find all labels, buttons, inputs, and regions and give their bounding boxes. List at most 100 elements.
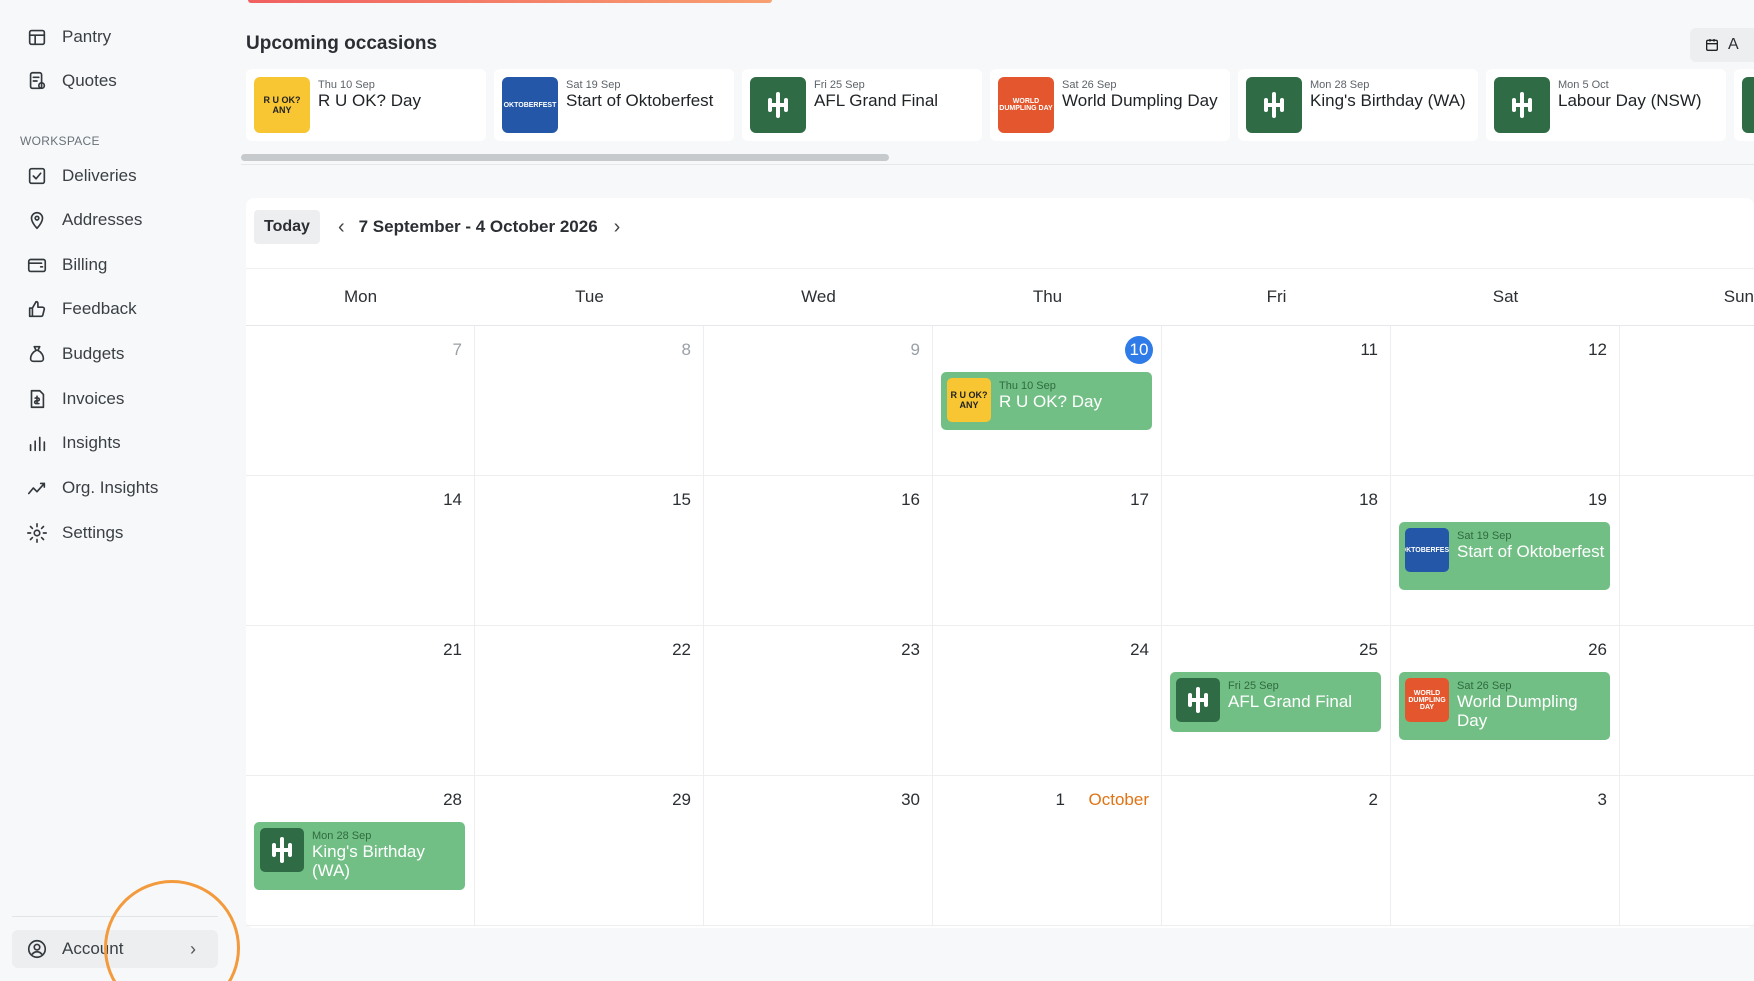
day-number: 22	[672, 640, 691, 659]
day-cell[interactable]: 18	[1162, 476, 1391, 626]
sidebar-item-label: Addresses	[62, 210, 143, 229]
occasion-card[interactable]: Mon 5 Oct Labour Day (NSW)	[1486, 69, 1726, 141]
thumbnail-text: WORLD DUMPLING DAY	[1408, 689, 1446, 711]
sidebar-item-quotes[interactable]: Quotes	[12, 62, 218, 100]
sidebar-item-addresses[interactable]: Addresses	[12, 201, 218, 239]
occasion-card[interactable]: OKTOBERFEST Sat 19 Sep Start of Oktoberfe…	[494, 69, 734, 141]
calendar-event[interactable]: OKTOBERFEST Sat 19 SepStart of Oktoberfe…	[1399, 522, 1610, 590]
occasion-card[interactable]: Fri 25 Sep AFL Grand Final	[742, 69, 982, 141]
day-cell[interactable]: 26 WORLD DUMPLING DAY Sat 26 Sep World Du…	[1391, 626, 1620, 776]
day-number: 28	[443, 790, 462, 809]
scroll-track	[241, 164, 1754, 165]
day-cell[interactable]: 7	[246, 326, 475, 476]
thumbs-up-icon	[24, 296, 50, 322]
occasions-strip[interactable]: R U OK? ANY Thu 10 Sep R U OK? Day OKTOBE…	[246, 69, 1754, 143]
month-label: October	[1088, 790, 1149, 809]
occasion-card-partial[interactable]	[1734, 69, 1754, 141]
top-banner-edge	[248, 0, 772, 3]
occasion-name: R U OK? Day	[318, 91, 421, 110]
calendar-event[interactable]: Mon 28 Sep King's Birthday (WA)	[254, 822, 465, 890]
day-cell[interactable]: 12	[1391, 326, 1620, 476]
day-number: 25	[1359, 640, 1378, 659]
sidebar-item-insights[interactable]: Insights	[12, 424, 218, 462]
weekday-header: Mon	[343, 287, 378, 306]
calendar-event[interactable]: WORLD DUMPLING DAY Sat 26 Sep World Dumpl…	[1399, 672, 1610, 740]
sidebar-item-budgets[interactable]: Budgets	[12, 335, 218, 373]
day-number: 1	[1055, 790, 1065, 809]
day-cell[interactable]: 11	[1162, 326, 1391, 476]
day-number: 15	[672, 490, 691, 509]
day-number: 29	[672, 790, 691, 809]
sidebar-item-billing[interactable]: Billing	[12, 246, 218, 284]
sidebar-item-label: Org. Insights	[62, 478, 159, 497]
day-cell[interactable]: 28 Mon 28 Sep King's Birthday (WA)	[246, 776, 475, 926]
day-cell[interactable]: 21	[246, 626, 475, 776]
day-number: 16	[901, 490, 920, 509]
day-cell[interactable]: 16	[704, 476, 933, 626]
day-number: 2	[1368, 790, 1378, 809]
sidebar-item-settings[interactable]: Settings	[12, 514, 218, 552]
day-cell[interactable]	[1620, 476, 1754, 626]
sidebar: Pantry Quotes WORKSPACE Deliveries Addre…	[0, 0, 230, 981]
brand-logo-icon	[750, 77, 806, 133]
occasion-date: Sat 19 Sep	[566, 79, 621, 91]
occasion-date: Mon 28 Sep	[1310, 79, 1370, 91]
calendar-view-label: A	[1728, 36, 1739, 53]
sidebar-item-label: Quotes	[62, 71, 117, 90]
calendar-grid: 7 8 9 10 R U OK? ANY Thu 10 Sep R U OK? D…	[246, 326, 1754, 926]
occasion-card[interactable]: WORLD DUMPLING DAY Sat 26 Sep World Dumpl…	[990, 69, 1230, 141]
day-cell[interactable]	[1620, 326, 1754, 476]
day-cell[interactable]: 29	[475, 776, 704, 926]
sidebar-item-deliveries[interactable]: Deliveries	[12, 157, 218, 195]
day-number: 30	[901, 790, 920, 809]
calendar-view-button[interactable]: A	[1690, 28, 1754, 62]
day-cell[interactable]: 1 October	[933, 776, 1162, 926]
occasion-name: King's Birthday (WA)	[1310, 91, 1466, 110]
sidebar-item-feedback[interactable]: Feedback	[12, 290, 218, 328]
day-cell[interactable]: 25 Fri 25 Sep AFL Grand Final	[1162, 626, 1391, 776]
sidebar-item-pantry[interactable]: Pantry	[12, 18, 218, 56]
day-number: 23	[901, 640, 920, 659]
day-number: 3	[1597, 790, 1607, 809]
occasion-card[interactable]: Mon 28 Sep King's Birthday (WA)	[1238, 69, 1478, 141]
day-cell[interactable]: 22	[475, 626, 704, 776]
calendar-event[interactable]: Fri 25 Sep AFL Grand Final	[1170, 672, 1381, 732]
day-cell[interactable]	[1620, 626, 1754, 776]
day-number: 7	[452, 340, 462, 359]
calendar-toolbar: Today ‹ 7 September - 4 October 2026 ›	[254, 210, 620, 244]
day-cell[interactable]: 19 OKTOBERFEST Sat 19 SepStart of Oktobe…	[1391, 476, 1620, 626]
day-cell[interactable]: 23	[704, 626, 933, 776]
calendar-event[interactable]: R U OK? ANY Thu 10 Sep R U OK? Day	[941, 372, 1152, 430]
day-cell[interactable]: 14	[246, 476, 475, 626]
day-number: 24	[1130, 640, 1149, 659]
horizontal-scrollbar[interactable]	[241, 154, 889, 161]
thumbnail-text: OKTOBERFEST	[503, 101, 557, 109]
day-cell[interactable]: 8	[475, 326, 704, 476]
day-number: 19	[1588, 490, 1607, 509]
day-number: 9	[910, 340, 920, 359]
day-cell[interactable]	[1620, 776, 1754, 926]
day-cell[interactable]: 3	[1391, 776, 1620, 926]
occasion-date: Fri 25 Sep	[814, 79, 865, 91]
day-cell[interactable]: 2	[1162, 776, 1391, 926]
day-cell[interactable]: 30	[704, 776, 933, 926]
weekday-header: Sat	[1492, 287, 1519, 306]
sidebar-item-label: Invoices	[62, 389, 125, 408]
chevron-left-icon[interactable]: ‹	[338, 216, 345, 239]
day-cell[interactable]: 9	[704, 326, 933, 476]
sidebar-item-label: Pantry	[62, 27, 112, 46]
today-button[interactable]: Today	[254, 210, 320, 244]
day-cell[interactable]: 10 R U OK? ANY Thu 10 Sep R U OK? Day	[933, 326, 1162, 476]
sidebar-item-org-insights[interactable]: Org. Insights	[12, 469, 218, 507]
chevron-right-icon[interactable]: ›	[614, 216, 621, 239]
weekday-header: Wed	[801, 287, 836, 306]
day-cell[interactable]: 15	[475, 476, 704, 626]
day-number: 8	[681, 340, 691, 359]
sidebar-item-invoices[interactable]: Invoices	[12, 380, 218, 418]
day-cell[interactable]: 24	[933, 626, 1162, 776]
occasion-card[interactable]: R U OK? ANY Thu 10 Sep R U OK? Day	[246, 69, 486, 141]
day-cell[interactable]: 17	[933, 476, 1162, 626]
day-number: 26	[1588, 640, 1607, 659]
event-name: Start of Oktoberfest	[1457, 542, 1605, 561]
brand-logo-icon	[1742, 77, 1754, 133]
